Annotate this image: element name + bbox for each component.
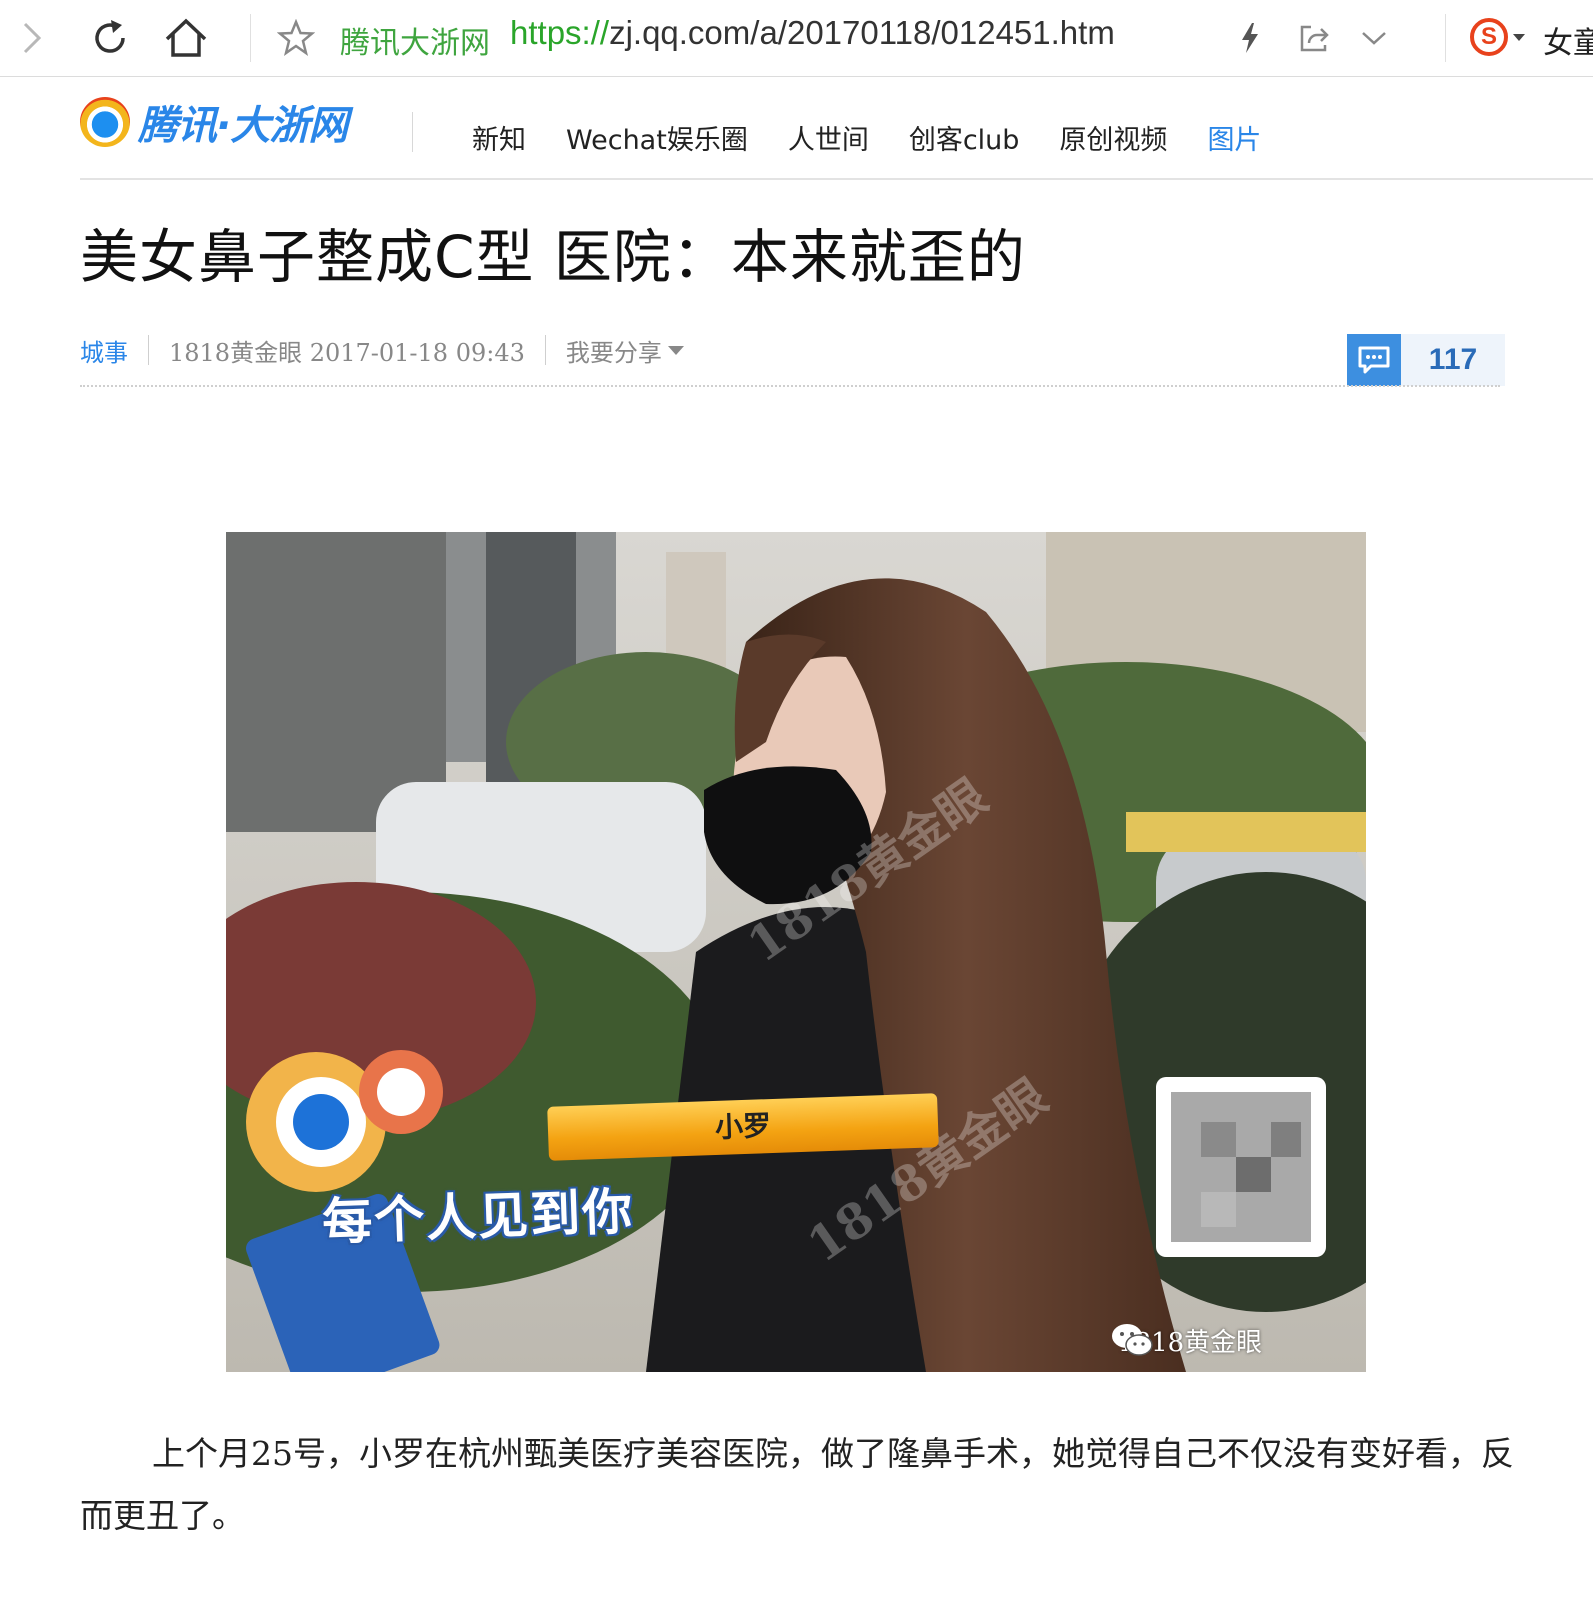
- share-icon[interactable]: [1290, 14, 1338, 62]
- nav-item-original-video[interactable]: 原创视频: [1059, 118, 1167, 157]
- meta-divider: [544, 335, 546, 365]
- article-meta: 城事 1818黄金眼 2017-01-18 09:43 我要分享: [80, 330, 684, 370]
- meta-divider: [148, 335, 149, 365]
- site-logo[interactable]: 腾讯·大浙网: [80, 92, 348, 152]
- star-icon[interactable]: [272, 14, 320, 62]
- caret-down-icon: [667, 345, 684, 355]
- toolbar-divider: [250, 14, 251, 62]
- logo-text: 腾讯·大浙网: [138, 103, 348, 149]
- comment-count-button[interactable]: 117: [1347, 334, 1505, 386]
- article-paragraph: 上个月25号，小罗在杭州甄美医疗美容医院，做了隆鼻手术，她觉得自己不仅没有变好看…: [80, 1434, 1514, 1535]
- home-icon[interactable]: [162, 14, 210, 62]
- caption-overlay: 每个人见到你: [321, 1182, 636, 1252]
- chevron-down-icon[interactable]: [1350, 14, 1398, 62]
- main-nav: 新知 Wechat娱乐圈 人世间 创客club 原创视频 图片: [472, 118, 1301, 157]
- url-protocol: https://: [510, 14, 610, 51]
- sogou-icon[interactable]: S: [1470, 18, 1508, 56]
- lightning-icon[interactable]: [1226, 14, 1274, 62]
- share-label: 我要分享: [565, 338, 662, 367]
- search-box-text[interactable]: 女童: [1543, 18, 1593, 62]
- nav-item-xinzhi[interactable]: 新知: [472, 118, 526, 157]
- comment-count: 117: [1428, 343, 1478, 376]
- toolbar-divider: [1445, 14, 1446, 62]
- share-dropdown[interactable]: 我要分享: [566, 333, 684, 368]
- forward-icon[interactable]: [8, 14, 56, 62]
- category-link[interactable]: 城事: [80, 333, 128, 368]
- reload-icon[interactable]: [86, 14, 134, 62]
- header-rule: [80, 178, 1593, 180]
- nav-item-wechat-entertainment[interactable]: Wechat娱乐圈: [566, 118, 748, 157]
- site-name-label: 腾讯大浙网: [340, 26, 490, 61]
- search-engine-dropdown-caret[interactable]: [1513, 34, 1525, 41]
- article-photo: 1818黄金眼 1818黄金眼 小罗 每个人见到你 1818黄金眼: [226, 532, 1366, 1372]
- wechat-watermark: 1818黄金眼: [1110, 1322, 1262, 1359]
- meta-rule: [80, 385, 1500, 387]
- browser-toolbar: 腾讯大浙网 https://zj.qq.com/a/20170118/01245…: [0, 0, 1593, 77]
- tencent-logo-icon: [80, 97, 130, 147]
- address-bar[interactable]: https://zj.qq.com/a/20170118/012451.htm: [510, 14, 1115, 52]
- article-title: 美女鼻子整成C型 医院：本来就歪的: [80, 223, 1026, 291]
- source-and-time: 1818黄金眼 2017-01-18 09:43: [169, 338, 525, 367]
- nav-item-renshijian[interactable]: 人世间: [788, 118, 869, 157]
- wechat-icon: [1112, 1324, 1153, 1356]
- header-divider: [412, 112, 413, 152]
- nav-item-chuangke[interactable]: 创客club: [909, 118, 1020, 157]
- url-path: zj.qq.com/a/20170118/012451.htm: [609, 14, 1115, 51]
- nav-item-pictures[interactable]: 图片: [1207, 118, 1261, 157]
- comment-bubble-icon: [1347, 334, 1401, 386]
